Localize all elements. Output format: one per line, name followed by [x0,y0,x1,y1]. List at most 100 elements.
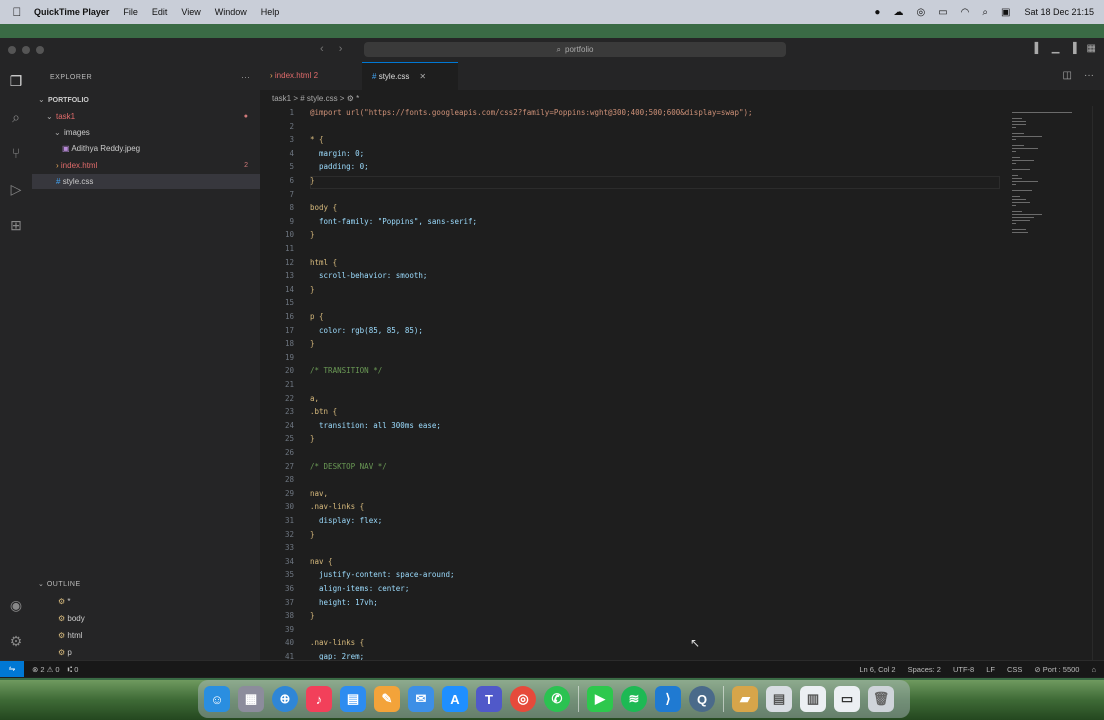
search-icon[interactable]: ⌕ [7,108,25,126]
facetime-icon[interactable]: ▶ [587,686,613,712]
toggle-sidebar-icon[interactable]: ▌ [1035,43,1042,54]
outline-item[interactable]: ⚙ body [32,611,260,626]
minimap-line [1012,139,1016,140]
editor-scrollbar[interactable] [1092,106,1103,666]
launchpad-icon[interactable]: ▦ [238,686,264,712]
more-actions-icon[interactable]: ··· [1084,70,1094,81]
breadcrumb[interactable]: task1 > # style.css > ⚙ * [272,94,359,103]
toggle-panel-icon[interactable]: ▁ [1052,43,1060,54]
folder-task1[interactable]: ⌄ task1 ● [32,109,260,124]
close-window-button[interactable] [8,46,16,54]
outline-title[interactable]: ⌄ OUTLINE [38,580,81,588]
minimize-window-button[interactable] [22,46,30,54]
line-number: 31 [284,516,294,525]
files-icon[interactable]: ▤ [340,686,366,712]
vscode-icon[interactable]: ⟩ [655,686,681,712]
code-text: } [310,339,315,349]
cursor-position[interactable]: Ln 6, Col 2 [859,665,895,674]
indentation[interactable]: Spaces: 2 [908,665,941,674]
menu-app-name[interactable]: QuickTime Player [34,7,109,17]
whatsapp-icon[interactable]: ✆ [544,686,570,712]
record-icon[interactable]: ● [874,7,880,18]
code-editor[interactable]: 1 @import url("https://fonts.googleapis.c… [260,106,1008,666]
spotify-icon[interactable]: ≋ [621,686,647,712]
cloud-icon[interactable]: ☁ [893,7,903,18]
folder-images[interactable]: ⌄ images [32,125,260,140]
preview-icon[interactable]: ▤ [766,686,792,712]
explorer-icon[interactable]: ❐ [7,72,25,90]
line-number: 13 [284,271,294,281]
minimap[interactable] [1008,106,1092,666]
code-line: 28 [260,473,310,486]
ports-indicator[interactable]: ⑆ 0 [68,665,79,674]
window-icon[interactable]: ▭ [834,686,860,712]
file-jpeg[interactable]: ▣ Adithya Reddy.jpeg [32,141,260,156]
file-style-css[interactable]: # style.css [32,174,260,189]
teams-icon[interactable]: T [476,686,502,712]
menu-window[interactable]: Window [215,7,247,17]
quicktime-icon[interactable]: Q [689,686,715,712]
zoom-window-button[interactable] [36,46,44,54]
close-icon[interactable]: ✕ [419,72,426,81]
chrome-icon[interactable]: ◎ [510,686,536,712]
notes-icon[interactable]: ✎ [374,686,400,712]
back-arrow-icon[interactable]: ‹ [320,43,324,55]
extensions-icon[interactable]: ⊞ [7,216,25,234]
toggle-secondary-sidebar-icon[interactable]: ▐ [1069,43,1076,54]
battery-icon[interactable]: ▭ [938,7,947,18]
menu-clock[interactable]: Sat 18 Dec 21:15 [1024,7,1094,17]
control-center-icon[interactable]: ▣ [1001,7,1010,18]
encoding[interactable]: UTF-8 [953,665,974,674]
tab-style-css[interactable]: # style.css ✕ [362,62,458,91]
code-line: 40 .nav-links { [260,636,364,649]
folder-portfolio[interactable]: ⌄ PORTFOLIO [32,92,260,107]
split-editor-icon[interactable]: ◫ [1063,70,1072,81]
more-actions-icon[interactable]: ··· [241,72,250,82]
source-control-icon[interactable]: ⑂ [7,144,25,162]
selector-icon: ⚙ [58,648,66,657]
line-number: 39 [284,624,294,634]
notifications-icon[interactable]: ⌂ [1091,665,1096,674]
outline-item[interactable]: ⚙ html [32,628,260,643]
menu-edit[interactable]: Edit [152,7,168,17]
music-icon[interactable]: ♪ [306,686,332,712]
code-line: 16 p { [260,310,324,323]
code-line: 36 align-items: center; [260,582,409,595]
outline-item[interactable]: ⚙ * [32,594,260,609]
language-mode[interactable]: CSS [1007,665,1022,674]
box-icon[interactable]: ▰ [732,686,758,712]
line-number: 2 [289,121,294,131]
customize-layout-icon[interactable]: ▦ [1087,43,1096,54]
wifi-icon[interactable]: ◠ [961,7,970,18]
menu-help[interactable]: Help [261,7,280,17]
menu-view[interactable]: View [181,7,200,17]
problems-indicator[interactable]: ⊗ 2 ⚠ 0 [32,665,60,674]
code-line: 31 display: flex; [260,514,382,527]
file-index-html[interactable]: › index.html 2 [32,158,260,173]
command-center-search[interactable]: ⌕ portfolio [364,42,786,57]
account-icon[interactable]: ◉ [7,596,25,614]
code-line: 12 html { [260,256,337,269]
forward-arrow-icon[interactable]: › [339,43,343,55]
trash-icon[interactable]: 🗑 [868,686,894,712]
code-line: 25} [260,432,315,445]
outline-item[interactable]: ⚙ p [32,645,260,660]
line-number: 22 [284,393,294,403]
menu-file[interactable]: File [123,7,138,17]
appstore-icon[interactable]: A [442,686,468,712]
run-debug-icon[interactable]: ▷ [7,180,25,198]
mail-icon[interactable]: ✉ [408,686,434,712]
live-server-port[interactable]: ⊘ Port : 5500 [1034,665,1079,674]
tab-index-html[interactable]: › index.html 2 [260,62,362,90]
document-icon[interactable]: ▥ [800,686,826,712]
minimap-line [1012,169,1030,170]
sync-icon[interactable]: ◎ [916,7,925,18]
finder-icon[interactable]: ☺ [204,686,230,712]
end-of-line[interactable]: LF [986,665,995,674]
search-icon[interactable]: ⌕ [982,7,988,18]
remote-indicator-icon[interactable]: ⇋ [0,661,24,677]
line-number: 33 [284,543,294,553]
safari-icon[interactable]: ⊕ [272,686,298,712]
apple-icon[interactable]:  [0,5,34,19]
settings-gear-icon[interactable]: ⚙ [7,632,25,650]
